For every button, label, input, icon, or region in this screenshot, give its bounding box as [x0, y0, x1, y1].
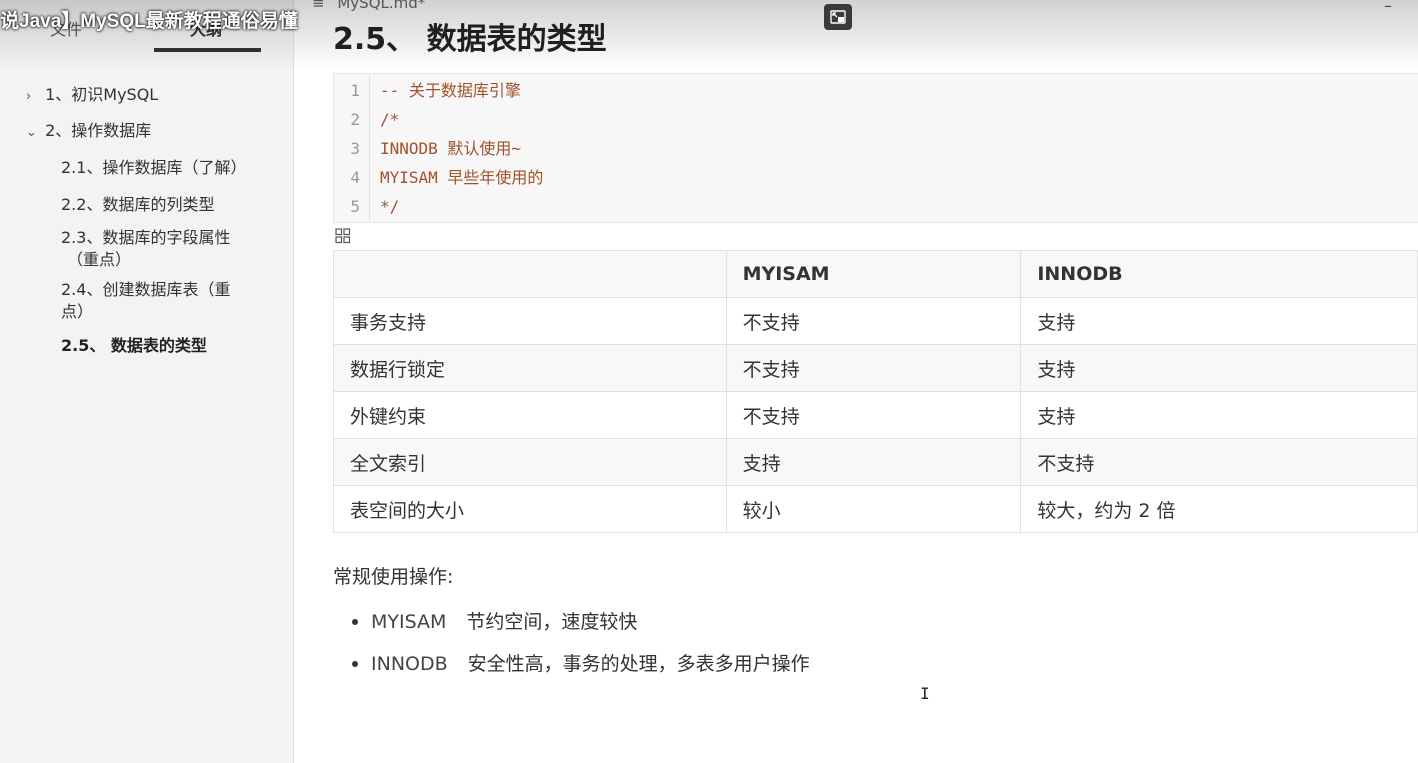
- outline-item-label: 2.3、数据库的字段属性: [61, 228, 231, 247]
- table-cell[interactable]: 不支持: [725, 297, 1022, 345]
- table-cell[interactable]: 支持: [1020, 391, 1418, 439]
- table-header-row: MYISAM INNODB: [333, 250, 1418, 298]
- table-cell[interactable]: 不支持: [1020, 438, 1418, 486]
- engine-comparison-table[interactable]: MYISAM INNODB 事务支持 不支持 支持 数据行锁定 不支持 支持 外…: [333, 250, 1418, 533]
- outline-item-2[interactable]: ⌄ 2、操作数据库: [26, 120, 151, 144]
- table-grid-icon[interactable]: [335, 228, 351, 244]
- outline-item-2-2[interactable]: 2.2、数据库的列类型: [61, 194, 214, 216]
- sidebar: 文件 大纲 › 1、初识MySQL ⌄ 2、操作数据库 2.1、操作数据库（了解…: [0, 0, 294, 763]
- code-text: -- 关于数据库引擎: [380, 81, 521, 100]
- line-number: 4: [350, 168, 360, 187]
- code-line: 5 */: [334, 192, 1414, 221]
- outline-item-label-cont: （重点）: [67, 250, 132, 269]
- table-cell[interactable]: 支持: [725, 438, 1022, 486]
- outline-item-label: 2.4、创建数据库表（重: [61, 280, 231, 299]
- table-cell[interactable]: 外键约束: [333, 391, 727, 439]
- picture-in-picture-button[interactable]: [824, 4, 852, 30]
- table-cell[interactable]: 不支持: [725, 391, 1022, 439]
- table-cell[interactable]: 支持: [1020, 344, 1418, 392]
- section-label: 常规使用操作:: [333, 566, 454, 588]
- table-header-cell[interactable]: [333, 250, 727, 298]
- page-title: 2.5、 数据表的类型: [333, 22, 607, 57]
- bullet-term: INNODB: [371, 653, 448, 675]
- list-item[interactable]: MYISAM 节约空间，速度较快: [333, 606, 810, 648]
- code-line: 1 -- 关于数据库引擎: [334, 76, 1414, 105]
- minimize-button[interactable]: –: [1384, 0, 1392, 15]
- code-text: */: [380, 197, 400, 216]
- table-cell[interactable]: 较小: [725, 485, 1022, 533]
- code-comment: 默认使用~: [437, 139, 522, 158]
- text-cursor-icon: I: [920, 684, 930, 703]
- line-number: 1: [350, 81, 360, 100]
- outline-item-label: 1、初识MySQL: [45, 85, 159, 104]
- table-row: 外键约束 不支持 支持: [333, 391, 1418, 439]
- line-number: 3: [350, 139, 360, 158]
- bullet-desc: 节约空间，速度较快: [466, 611, 638, 633]
- outline-item-label-cont: 点）: [61, 302, 94, 321]
- chevron-right-icon[interactable]: ›: [26, 86, 40, 108]
- outline-item-label: 2.5、 数据表的类型: [61, 336, 207, 355]
- outline-item-2-1[interactable]: 2.1、操作数据库（了解）: [61, 157, 246, 179]
- chevron-down-icon[interactable]: ⌄: [26, 122, 40, 144]
- list-item[interactable]: INNODB 安全性高，事务的处理，多表多用户操作: [333, 648, 810, 690]
- table-row: 全文索引 支持 不支持: [333, 438, 1418, 486]
- table-header-cell[interactable]: INNODB: [1020, 250, 1418, 298]
- table-cell[interactable]: 事务支持: [333, 297, 727, 345]
- table-cell[interactable]: 表空间的大小: [333, 485, 727, 533]
- outline-item-2-5[interactable]: 2.5、 数据表的类型: [61, 335, 207, 357]
- outline-item-label: 2、操作数据库: [45, 121, 152, 140]
- bullet-desc: 安全性高，事务的处理，多表多用户操作: [467, 653, 810, 675]
- table-row: 数据行锁定 不支持 支持: [333, 344, 1418, 392]
- outline-item-label: 2.1、操作数据库（了解）: [61, 158, 247, 177]
- table-row: 事务支持 不支持 支持: [333, 297, 1418, 345]
- active-tab-indicator: [154, 48, 261, 52]
- outline-item-1[interactable]: › 1、初识MySQL: [26, 84, 158, 108]
- code-keyword: MYISAM: [380, 168, 438, 187]
- document-tab-label: MySQL.md*: [337, 0, 426, 12]
- table-cell[interactable]: 不支持: [725, 344, 1022, 392]
- line-number: 5: [350, 197, 360, 216]
- line-number: 2: [350, 110, 360, 129]
- code-keyword: INNODB: [380, 139, 438, 158]
- usage-bullet-list: MYISAM 节约空间，速度较快 INNODB 安全性高，事务的处理，多表多用户操作: [333, 606, 810, 690]
- table-cell[interactable]: 支持: [1020, 297, 1418, 345]
- table-header-cell[interactable]: MYISAM: [725, 250, 1022, 298]
- code-comment: 早些年使用的: [437, 168, 544, 187]
- table-cell[interactable]: 数据行锁定: [333, 344, 727, 392]
- code-text: INNODB 默认使用~: [380, 134, 521, 163]
- outline-item-2-4[interactable]: 2.4、创建数据库表（重 点）: [61, 279, 230, 323]
- code-text: MYISAM 早些年使用的: [380, 163, 543, 192]
- table-row: 表空间的大小 较小 较大，约为 2 倍: [333, 485, 1418, 533]
- menu-icon[interactable]: ≡: [312, 0, 325, 12]
- table-cell[interactable]: 全文索引: [333, 438, 727, 486]
- code-text: /*: [380, 110, 400, 129]
- code-line: 4 MYISAM 早些年使用的: [334, 163, 1414, 192]
- pip-icon: [830, 10, 846, 24]
- code-line: 3 INNODB 默认使用~: [334, 134, 1414, 163]
- editor-main[interactable]: 2.5、 数据表的类型 1 -- 关于数据库引擎 2 /* 3 INNODB 默…: [294, 0, 1418, 763]
- outline-item-label: 2.2、数据库的列类型: [61, 195, 215, 214]
- code-block[interactable]: 1 -- 关于数据库引擎 2 /* 3 INNODB 默认使用~ 4 MYISA…: [333, 73, 1418, 223]
- document-tab[interactable]: ≡ MySQL.md*: [312, 0, 425, 12]
- bullet-term: MYISAM: [371, 611, 447, 633]
- table-cell[interactable]: 较大，约为 2 倍: [1020, 485, 1418, 533]
- outline-item-2-3[interactable]: 2.3、数据库的字段属性 （重点）: [61, 227, 230, 271]
- video-title-overlay: 说Java】MySQL最新教程通俗易懂: [0, 11, 298, 32]
- code-line: 2 /*: [334, 105, 1414, 134]
